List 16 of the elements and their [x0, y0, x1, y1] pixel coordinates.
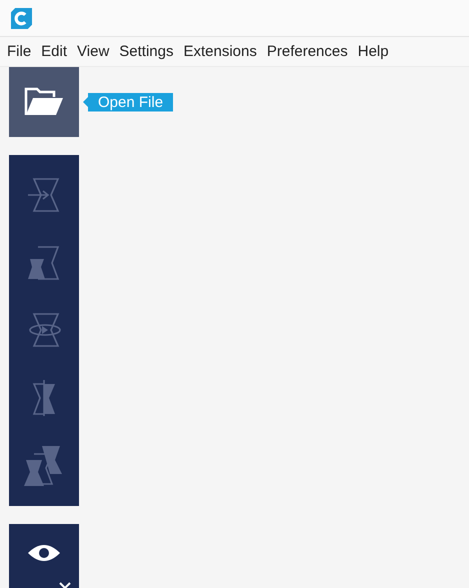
tooltip: Open File: [83, 92, 174, 112]
menu-item[interactable]: Extensions: [182, 43, 258, 60]
menu-item[interactable]: Settings: [118, 43, 174, 60]
menu-item[interactable]: Preferences: [266, 43, 349, 60]
per-model-tool-icon: [24, 444, 64, 488]
scale-tool-icon: [26, 244, 62, 281]
caret-icon: [59, 582, 71, 588]
eye-icon: [27, 543, 61, 563]
menu-item[interactable]: File: [6, 43, 32, 60]
app-logo-icon: [11, 8, 32, 28]
menu-item[interactable]: Edit: [40, 43, 68, 60]
menu-item[interactable]: View: [76, 43, 110, 60]
move-tool-icon: [26, 176, 62, 213]
menu-item[interactable]: Help: [356, 43, 390, 60]
open-file-button[interactable]: [9, 67, 79, 137]
folder-icon: [24, 87, 64, 117]
